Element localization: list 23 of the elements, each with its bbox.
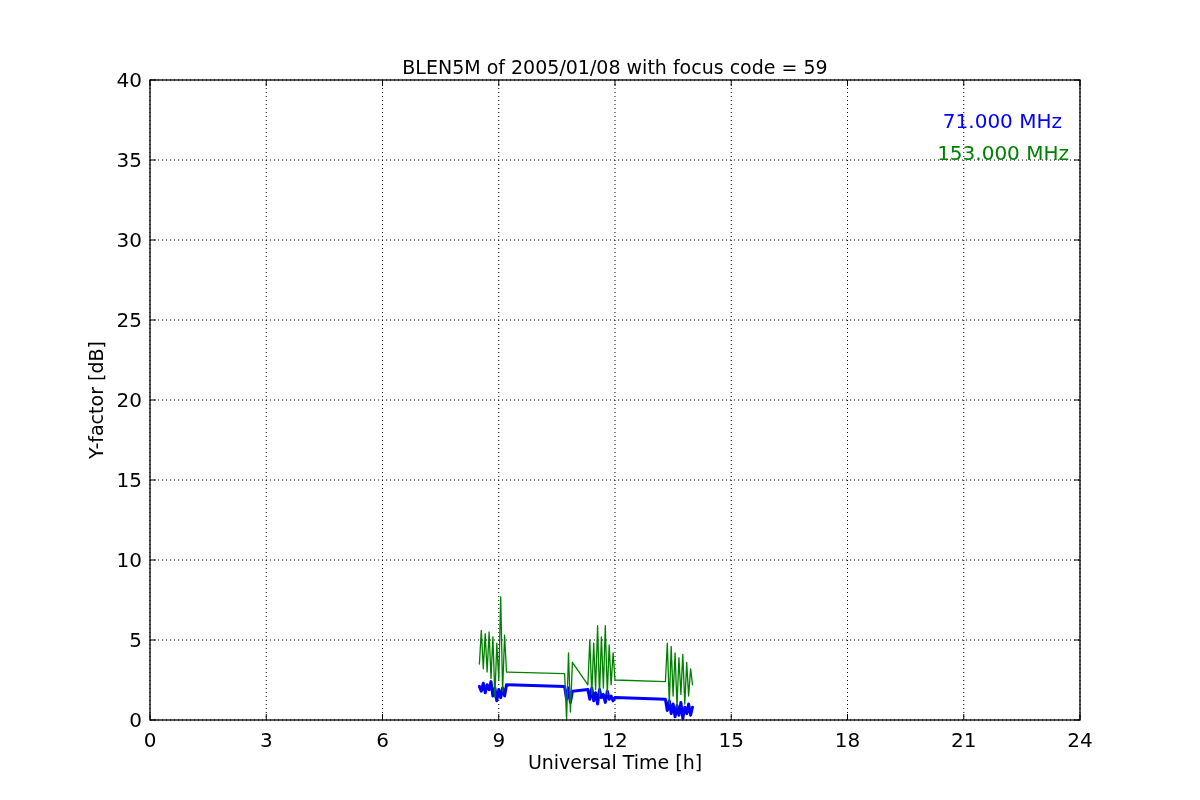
y-axis-label: Y-factor [dB]: [85, 341, 107, 459]
x-tick-label: 24: [1067, 728, 1093, 752]
x-tick-label: 15: [718, 728, 744, 752]
x-tick-label: 21: [951, 728, 977, 752]
legend-label: 71.000 MHz: [942, 109, 1062, 133]
legend-label: 153.000 MHz: [937, 141, 1069, 165]
x-tick-label: 6: [376, 728, 389, 752]
y-tick-label: 15: [116, 468, 142, 492]
x-axis-label: Universal Time [h]: [527, 751, 703, 773]
x-tick-label: 9: [492, 728, 506, 752]
y-tick-label: 25: [116, 308, 142, 332]
x-tick-label: 18: [834, 728, 861, 752]
x-tick-label: 12: [602, 728, 628, 752]
y-tick-label: 35: [116, 148, 142, 172]
y-tick-label: 20: [116, 388, 142, 412]
y-tick-label: 0: [129, 708, 142, 732]
y-tick-label: 10: [116, 548, 142, 572]
y-tick-label: 5: [129, 628, 142, 652]
x-tick-label: 0: [143, 728, 157, 752]
chart-title: BLEN5M of 2005/01/08 with focus code = 59: [402, 56, 828, 78]
x-tick-label: 3: [259, 728, 273, 752]
y-tick-label: 30: [116, 228, 142, 252]
y-tick-label: 40: [116, 68, 142, 92]
